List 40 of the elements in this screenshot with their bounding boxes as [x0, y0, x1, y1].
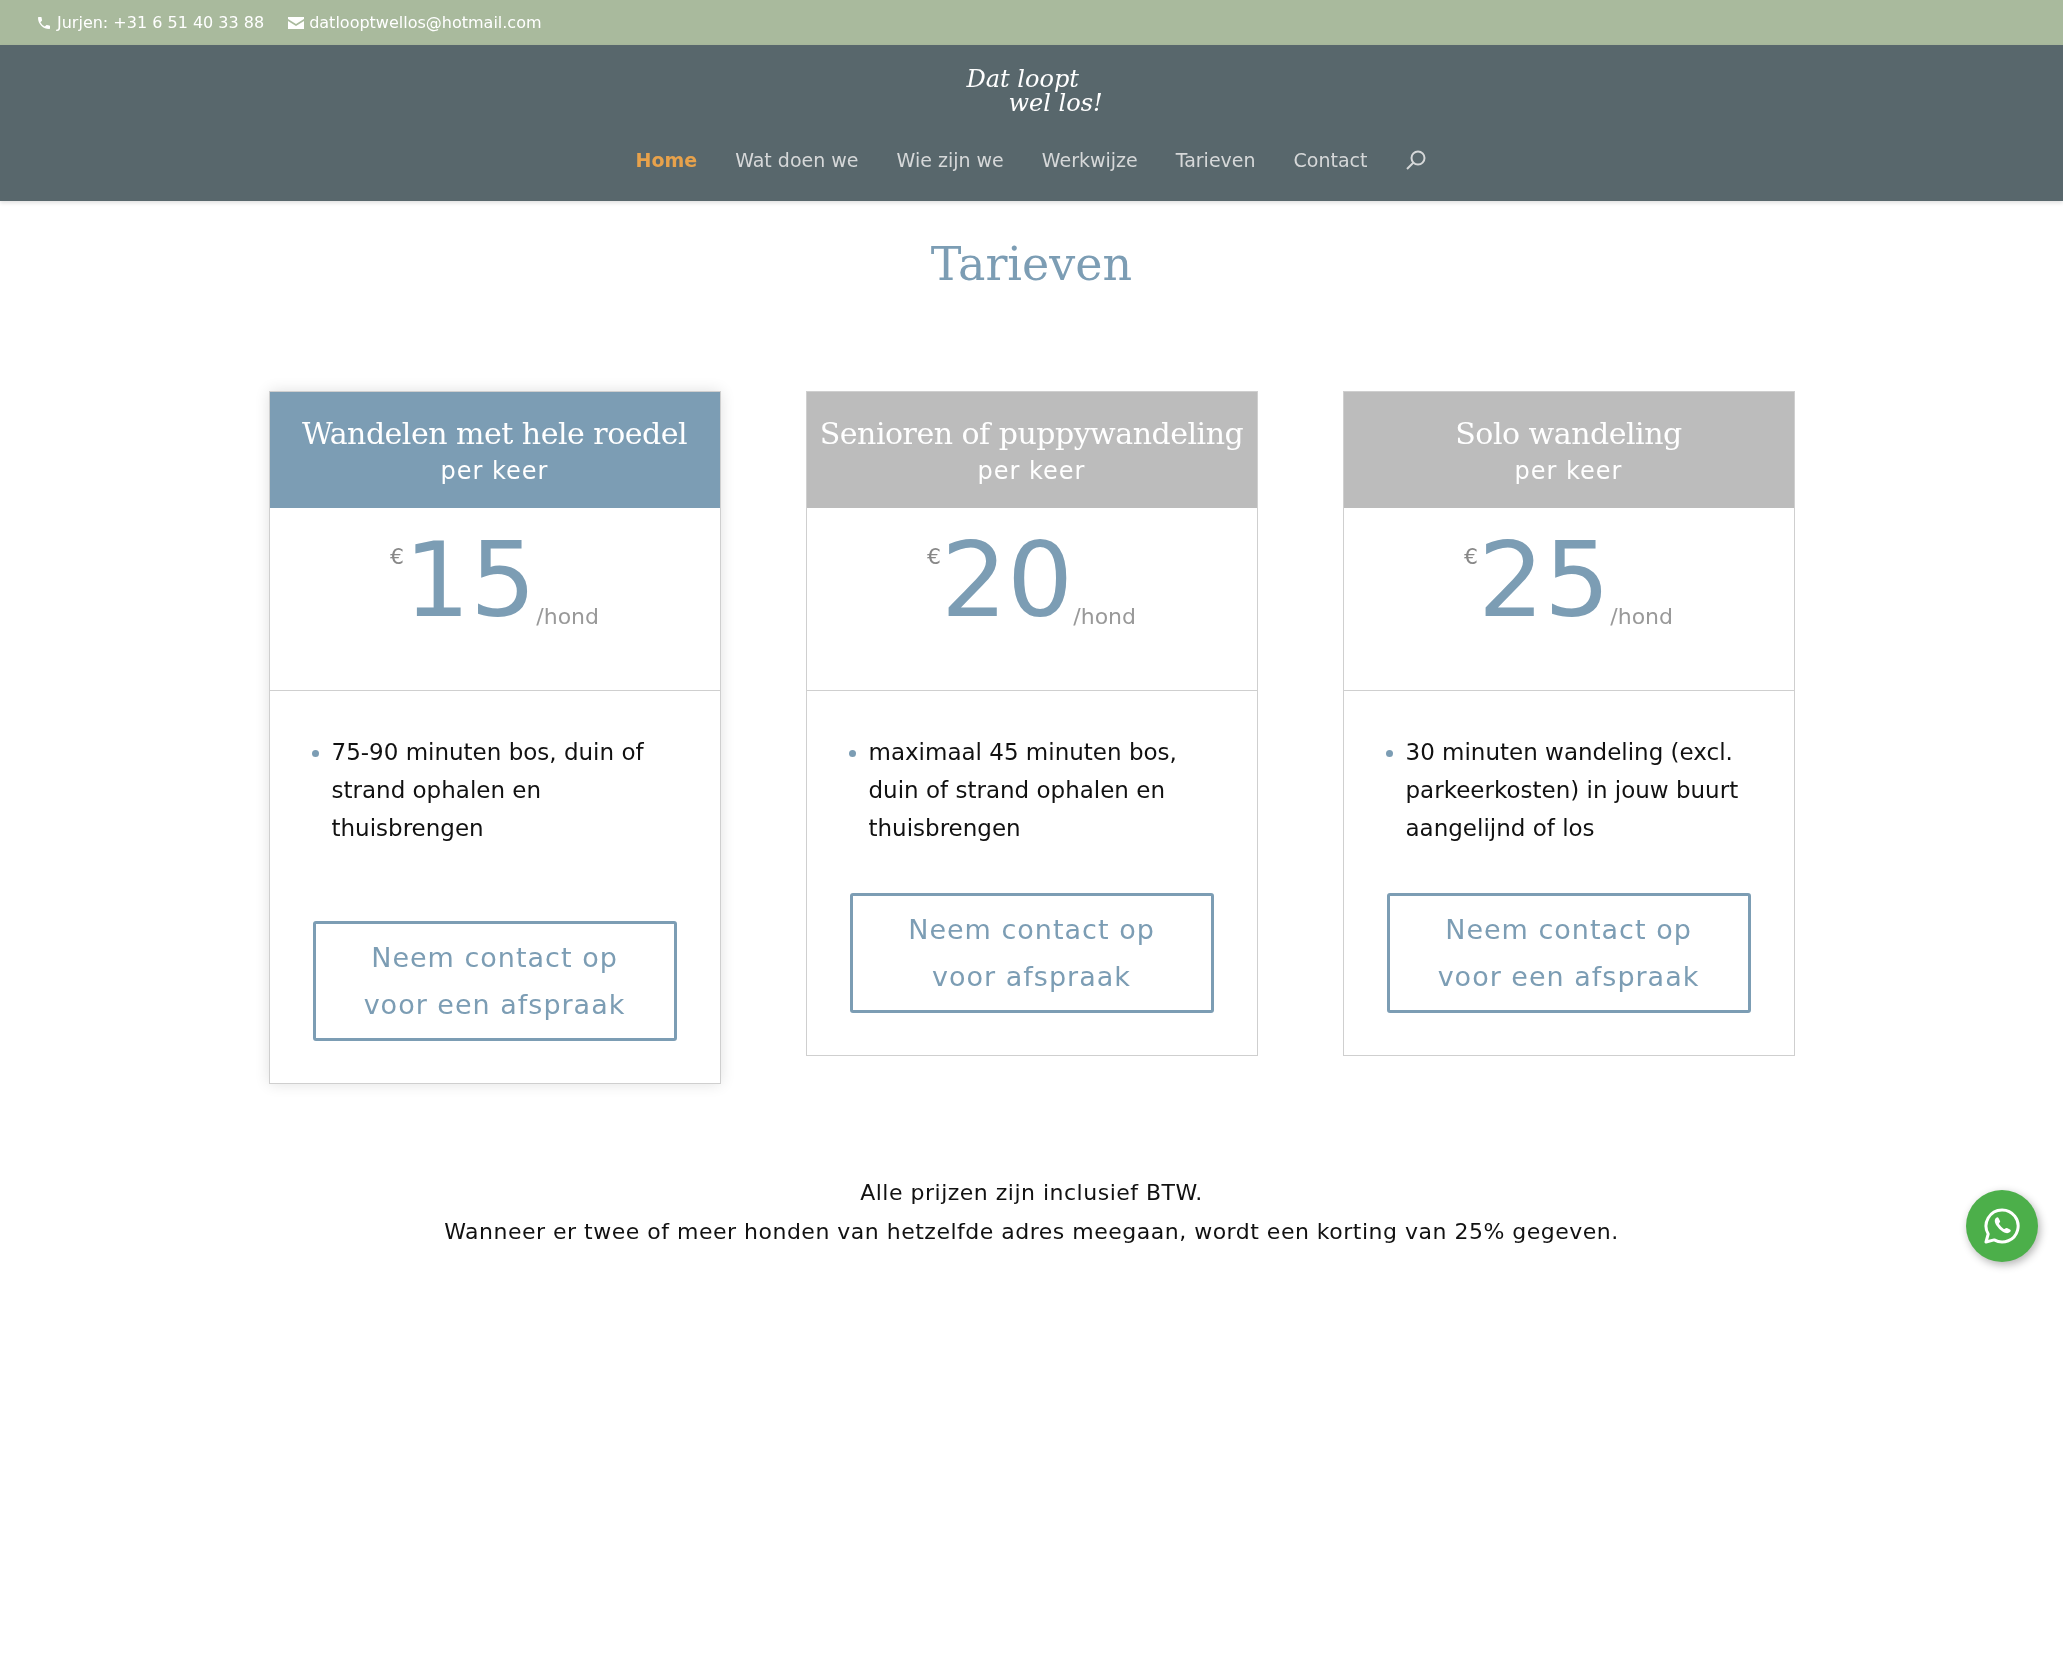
- currency-symbol: €: [389, 544, 404, 569]
- email-address: datlooptwellos@hotmail.com: [309, 13, 542, 32]
- price-amount: 25: [1477, 530, 1611, 630]
- card-title: Solo wandeling: [1455, 415, 1682, 451]
- note-text: Alle prijzen zijn inclusief BTW.: [860, 1180, 1203, 1205]
- nav-link[interactable]: Wie zijn we: [896, 149, 1004, 171]
- feature-text: 30 minuten wandeling (excl. parkeerkosten) in jouw buurt aangelijnd of los: [1405, 733, 1754, 847]
- card-subtitle: per keer: [977, 456, 1086, 485]
- chat-phone-icon: [1982, 1206, 2022, 1246]
- page-title: Tarieven: [929, 237, 1134, 291]
- nav-link[interactable]: Contact: [1293, 149, 1368, 171]
- card-title: Senioren of puppywandeling: [819, 415, 1244, 451]
- nav-link[interactable]: Home: [635, 149, 698, 171]
- price-unit: /hond: [1073, 604, 1137, 629]
- feature-text: 75-90 minuten bos, duin of strand ophalen en thuisbrengen: [331, 733, 680, 847]
- currency-symbol: €: [1463, 544, 1478, 569]
- card-subtitle: per keer: [440, 456, 549, 485]
- nav-link[interactable]: Werkwijze: [1041, 149, 1138, 171]
- price-unit: /hond: [536, 604, 600, 629]
- whatsapp-button[interactable]: [1966, 1190, 2038, 1262]
- contact-button[interactable]: Neem contact op voor afspraak: [849, 893, 1214, 1013]
- price-amount: 15: [403, 530, 537, 630]
- phone-icon: [36, 14, 52, 31]
- contact-button[interactable]: Neem contact op voor een afspraak: [312, 921, 677, 1041]
- price-unit: /hond: [1610, 604, 1674, 629]
- nav-link[interactable]: Tarieven: [1175, 149, 1256, 171]
- feature-text: maximaal 45 minuten bos, duin of strand ophalen en thuisbrengen: [868, 733, 1217, 847]
- phone-number: Jurjen: +31 6 51 40 33 88: [57, 13, 265, 32]
- contact-button[interactable]: Neem contact op voor een afspraak: [1386, 893, 1751, 1013]
- card-subtitle: per keer: [1514, 456, 1623, 485]
- currency-symbol: €: [926, 544, 941, 569]
- bullet-icon: [311, 750, 319, 757]
- bullet-icon: [848, 750, 856, 757]
- card-title: Wandelen met hele roedel: [301, 415, 688, 451]
- envelope-icon: [288, 16, 305, 29]
- nav-link[interactable]: Wat doen we: [735, 149, 859, 171]
- price-amount: 20: [940, 530, 1074, 630]
- search-icon[interactable]: [1405, 149, 1428, 171]
- note-text: Wanneer er twee of meer honden van hetzelfde adres meegaan, wordt een korting van 25% gegeven.: [444, 1219, 1619, 1244]
- bullet-icon: [1385, 750, 1393, 757]
